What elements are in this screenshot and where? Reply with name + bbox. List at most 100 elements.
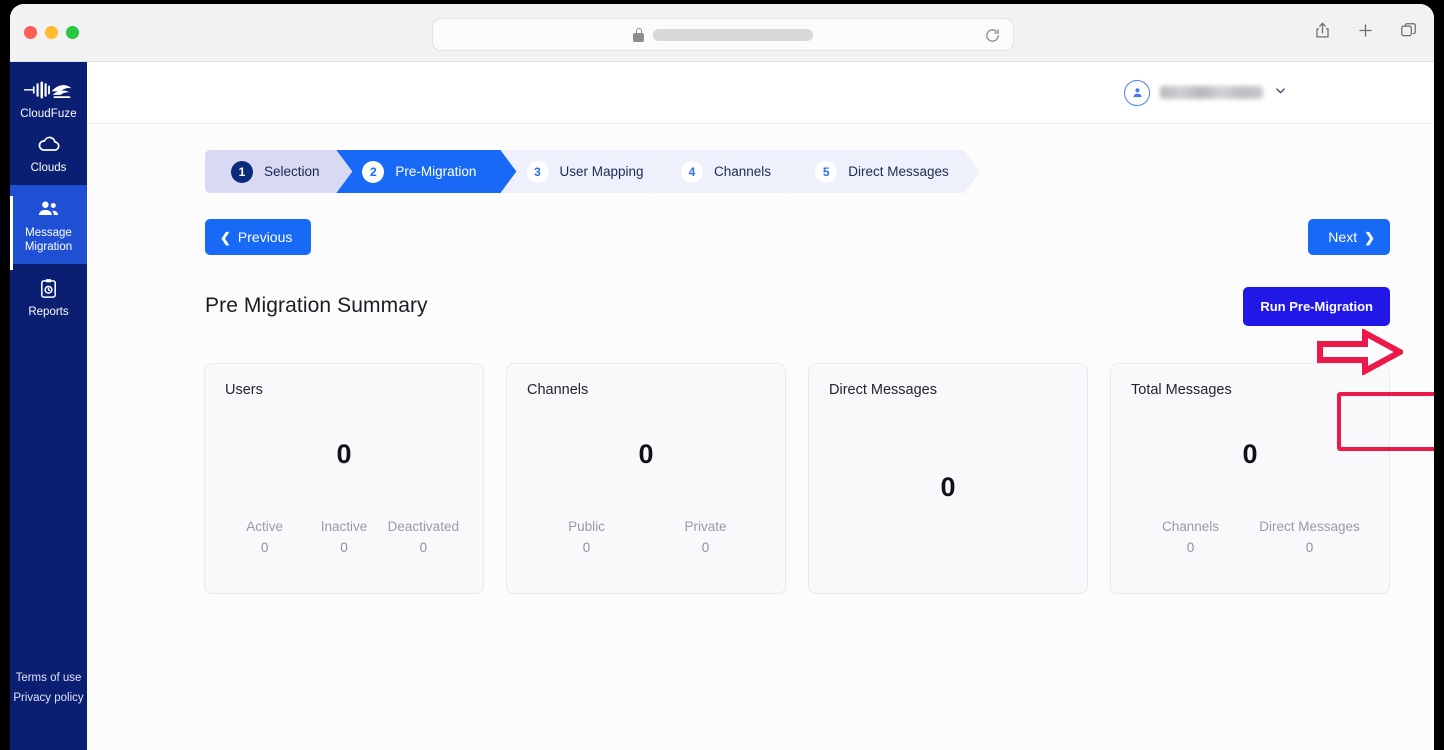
brand-label: CloudFuze xyxy=(10,108,87,120)
wizard-actions: ❮ Previous Next ❯ xyxy=(205,218,1390,256)
step-number: 3 xyxy=(527,161,549,183)
card-total-value: 0 xyxy=(527,398,765,514)
clipboard-report-icon xyxy=(14,275,83,301)
user-name xyxy=(1160,86,1263,99)
card-total-value: 0 xyxy=(1131,398,1369,514)
user-avatar-icon xyxy=(1124,80,1150,106)
sidebar-spacer xyxy=(10,329,87,668)
breakdown-label: Active xyxy=(225,514,304,540)
terms-of-use-link[interactable]: Terms of use xyxy=(10,668,87,688)
breakdown-value: 0 xyxy=(384,540,463,555)
step-label: Selection xyxy=(264,164,320,179)
cloud-icon xyxy=(14,131,83,157)
close-window-button[interactable] xyxy=(24,26,37,39)
zoom-window-button[interactable] xyxy=(66,26,79,39)
brand: CloudFuze xyxy=(10,62,87,120)
card-breakdown: Channels 0 Direct Messages 0 xyxy=(1131,514,1369,577)
window-traffic-lights xyxy=(24,26,79,39)
sidebar: CloudFuze Clouds xyxy=(10,62,87,750)
breakdown-label: Inactive xyxy=(304,514,383,540)
summary-cards: Users 0 Active 0 Inactive 0 xyxy=(204,363,1390,594)
run-pre-migration-button[interactable]: Run Pre-Migration xyxy=(1243,287,1390,326)
cloudfuze-logo-icon xyxy=(10,79,87,101)
url-text xyxy=(653,29,813,41)
app-topbar xyxy=(87,62,1434,124)
card-title: Direct Messages xyxy=(829,382,1067,398)
sidebar-item-label: Message Migration xyxy=(14,226,83,254)
step-number: 1 xyxy=(231,161,253,183)
screen: CloudFuze Clouds xyxy=(0,0,1444,750)
breakdown-value: 0 xyxy=(1250,540,1369,555)
breakdown-value: 0 xyxy=(225,540,304,555)
sidebar-item-clouds[interactable]: Clouds xyxy=(10,120,87,185)
breakdown-item: Active 0 xyxy=(225,514,304,555)
step-number: 2 xyxy=(362,161,384,183)
breakdown-value: 0 xyxy=(527,540,646,555)
card-total-value: 0 xyxy=(225,398,463,514)
lock-icon xyxy=(633,28,644,42)
breakdown-value: 0 xyxy=(646,540,765,555)
reload-icon[interactable] xyxy=(984,27,1001,44)
chevron-down-icon[interactable] xyxy=(1273,83,1288,103)
plus-icon[interactable] xyxy=(1356,21,1375,40)
page-content: 1 Selection 2 Pre-Migration 3 User Mappi… xyxy=(87,124,1434,750)
next-button[interactable]: Next ❯ xyxy=(1308,219,1390,255)
step-selection[interactable]: 1 Selection xyxy=(205,150,352,193)
breakdown-label: Private xyxy=(646,514,765,540)
step-number: 5 xyxy=(815,161,837,183)
card-total-messages: Total Messages 0 Channels 0 Direct Messa… xyxy=(1110,363,1390,594)
previous-button[interactable]: ❮ Previous xyxy=(205,219,311,255)
step-label: Direct Messages xyxy=(848,164,949,179)
breakdown-label: Channels xyxy=(1131,514,1250,540)
breakdown-label: Public xyxy=(527,514,646,540)
breakdown-item: Public 0 xyxy=(527,514,646,555)
sidebar-item-label: Reports xyxy=(14,305,83,319)
card-title: Total Messages xyxy=(1131,382,1369,398)
breakdown-item: Private 0 xyxy=(646,514,765,555)
card-channels: Channels 0 Public 0 Private 0 xyxy=(506,363,786,594)
step-label: Channels xyxy=(714,164,771,179)
step-channels[interactable]: 4 Channels xyxy=(655,150,805,193)
chevron-left-icon: ❮ xyxy=(220,231,231,244)
breakdown-value: 0 xyxy=(1131,540,1250,555)
page-title: Pre Migration Summary xyxy=(205,294,428,318)
breakdown-item: Channels 0 xyxy=(1131,514,1250,555)
sidebar-item-label-line1: Message xyxy=(25,227,72,239)
sidebar-item-reports[interactable]: Reports xyxy=(10,264,87,329)
share-icon[interactable] xyxy=(1313,21,1332,40)
breakdown-item: Direct Messages 0 xyxy=(1250,514,1369,555)
breakdown-label: Deactivated xyxy=(384,514,463,540)
step-user-mapping[interactable]: 3 User Mapping xyxy=(501,150,672,193)
breakdown-item: Inactive 0 xyxy=(304,514,383,555)
card-direct-messages: Direct Messages 0 xyxy=(808,363,1088,594)
card-title: Channels xyxy=(527,382,765,398)
next-button-label: Next xyxy=(1328,229,1357,245)
breakdown-value: 0 xyxy=(304,540,383,555)
step-pre-migration[interactable]: 2 Pre-Migration xyxy=(336,150,516,193)
browser-window: CloudFuze Clouds xyxy=(10,4,1434,750)
breakdown-item: Deactivated 0 xyxy=(384,514,463,555)
breakdown-label: Direct Messages xyxy=(1250,514,1369,540)
step-label: Pre-Migration xyxy=(395,164,476,179)
card-title: Users xyxy=(225,382,463,398)
step-direct-messages[interactable]: 5 Direct Messages xyxy=(789,150,980,193)
card-total-value: 0 xyxy=(829,398,1067,577)
app-root: CloudFuze Clouds xyxy=(10,62,1434,750)
sidebar-item-message-migration[interactable]: Message Migration xyxy=(10,185,87,264)
sidebar-footer: Terms of use Privacy policy xyxy=(10,668,87,750)
card-users: Users 0 Active 0 Inactive 0 xyxy=(204,363,484,594)
user-menu[interactable] xyxy=(1124,80,1288,106)
minimize-window-button[interactable] xyxy=(45,26,58,39)
main-area: 1 Selection 2 Pre-Migration 3 User Mappi… xyxy=(87,62,1434,750)
address-bar[interactable] xyxy=(432,18,1014,51)
page-header: Pre Migration Summary Run Pre-Migration xyxy=(205,286,1390,326)
previous-button-label: Previous xyxy=(238,229,292,245)
migration-stepper: 1 Selection 2 Pre-Migration 3 User Mappi… xyxy=(205,150,980,193)
sidebar-item-label-line2: Migration xyxy=(25,241,72,253)
sidebar-item-label: Clouds xyxy=(14,161,83,175)
privacy-policy-link[interactable]: Privacy policy xyxy=(10,688,87,708)
card-breakdown: Active 0 Inactive 0 Deactivated 0 xyxy=(225,514,463,577)
tabs-overview-icon[interactable] xyxy=(1399,21,1418,40)
card-breakdown: Public 0 Private 0 xyxy=(527,514,765,577)
chevron-right-icon: ❯ xyxy=(1364,231,1375,244)
